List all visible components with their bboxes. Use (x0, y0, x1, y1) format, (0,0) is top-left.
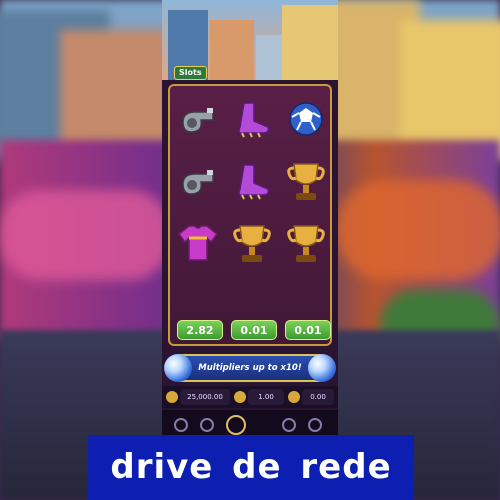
game-screen: Slots 2.82 0.01 0.01 Multipliers up to x… (162, 0, 338, 440)
scene-house (282, 5, 338, 80)
whistle-icon (172, 90, 224, 148)
balance-field: 25,000.00 (180, 389, 230, 405)
jersey-icon (172, 214, 224, 272)
spin-button[interactable] (226, 415, 246, 435)
multiplier-banner: Multipliers up to x10! (164, 354, 336, 382)
trophy-icon (226, 214, 278, 272)
boot-icon (226, 90, 278, 148)
bet-field: 1.00 (248, 389, 284, 405)
background-graffiti (335, 180, 500, 280)
bet-plus-button[interactable] (308, 418, 322, 432)
banner-text: Multipliers up to x10! (198, 363, 302, 373)
background-graffiti (0, 190, 170, 280)
slot-reels: 2.82 0.01 0.01 (168, 84, 332, 346)
trophy-icon (280, 152, 332, 210)
ball-icon (164, 354, 192, 382)
auto-button[interactable] (200, 418, 214, 432)
caption-banner: drive de rede (88, 435, 414, 500)
win-amount-badge: 0.01 (285, 320, 331, 340)
trophy-icon (280, 214, 332, 272)
background-building (400, 20, 500, 160)
ball-icon (280, 90, 332, 148)
boot-icon (226, 152, 278, 210)
coin-icon (166, 391, 178, 403)
coin-icon (288, 391, 300, 403)
game-logo: Slots (174, 66, 207, 80)
win-amount-badge: 0.01 (231, 320, 277, 340)
coin-icon (234, 391, 246, 403)
bet-minus-button[interactable] (282, 418, 296, 432)
menu-button[interactable] (174, 418, 188, 432)
whistle-icon (172, 152, 224, 210)
win-field: 0.00 (302, 389, 334, 405)
win-amount-badge: 2.82 (177, 320, 223, 340)
scene-house (210, 20, 254, 80)
scene-house (256, 35, 282, 80)
stats-bar: 25,000.00 1.00 0.00 (162, 386, 338, 408)
ball-icon (308, 354, 336, 382)
